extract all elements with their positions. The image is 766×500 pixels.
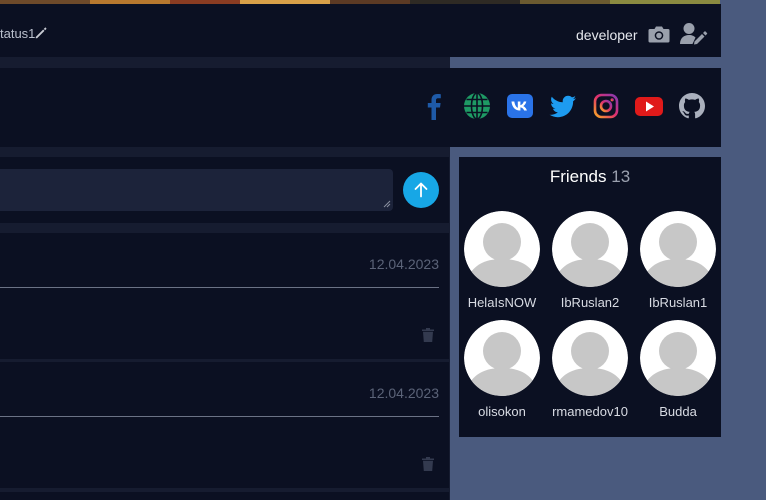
- post-card: [0, 492, 449, 500]
- profile-status-text[interactable]: tatus1: [0, 26, 35, 41]
- friend-card[interactable]: Budda: [635, 320, 721, 419]
- friend-card[interactable]: rmamedov10: [547, 320, 633, 419]
- avatar: [552, 320, 628, 396]
- friends-title-label: Friends: [549, 167, 607, 186]
- facebook-icon[interactable]: [419, 91, 449, 121]
- friend-name: rmamedov10: [552, 404, 628, 419]
- friend-card[interactable]: IbRuslan1: [635, 211, 721, 310]
- friend-card[interactable]: olisokon: [459, 320, 545, 419]
- twitter-icon[interactable]: [548, 91, 578, 121]
- username-label: developer: [576, 27, 638, 43]
- trash-icon[interactable]: [421, 456, 435, 472]
- website-globe-icon[interactable]: [462, 91, 492, 121]
- post-card: 12.04.2023: [0, 362, 449, 488]
- friend-card[interactable]: IbRuslan2: [547, 211, 633, 310]
- avatar: [640, 211, 716, 287]
- friends-panel: Friends 13 HelaIsNOW IbRuslan2 IbRuslan1: [459, 157, 721, 437]
- avatar: [552, 211, 628, 287]
- vk-icon[interactable]: [505, 91, 535, 121]
- friend-name: Budda: [659, 404, 697, 419]
- pencil-icon[interactable]: [34, 26, 48, 40]
- arrow-up-icon: [414, 182, 428, 198]
- friend-name: HelaIsNOW: [467, 295, 537, 310]
- friend-name: olisokon: [478, 404, 526, 419]
- post-date: 12.04.2023: [368, 256, 439, 272]
- post-divider: [0, 287, 439, 288]
- resize-grip-icon[interactable]: [383, 200, 391, 208]
- trash-icon[interactable]: [421, 327, 435, 343]
- youtube-icon[interactable]: [634, 91, 664, 121]
- avatar: [464, 211, 540, 287]
- friends-title: Friends 13: [459, 167, 721, 187]
- post-composer: [0, 157, 449, 223]
- new-post-textarea[interactable]: [0, 169, 393, 211]
- profile-status-bar: tatus1 developer: [0, 4, 721, 57]
- friend-name: IbRuslan2: [560, 295, 620, 310]
- post-date: 12.04.2023: [368, 385, 439, 401]
- avatar: [464, 320, 540, 396]
- friend-card[interactable]: HelaIsNOW: [459, 211, 545, 310]
- camera-icon[interactable]: [648, 24, 670, 44]
- instagram-icon[interactable]: [591, 91, 621, 121]
- github-icon[interactable]: [677, 91, 707, 121]
- friend-name: IbRuslan1: [648, 295, 708, 310]
- friends-count: 13: [611, 167, 631, 186]
- post-divider: [0, 416, 439, 417]
- send-post-button[interactable]: [403, 172, 439, 208]
- edit-profile-icon[interactable]: [680, 22, 708, 46]
- avatar: [640, 320, 716, 396]
- post-card: 12.04.2023: [0, 233, 449, 359]
